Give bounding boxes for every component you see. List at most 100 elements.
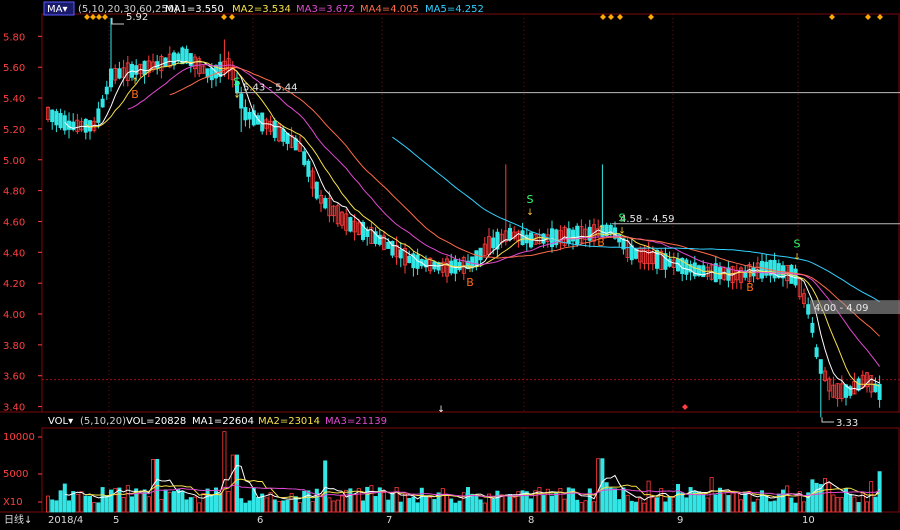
- volume-bar: [419, 487, 424, 513]
- buy-signal: B: [131, 88, 139, 101]
- volume-bar: [180, 490, 185, 513]
- price-candle: [613, 227, 618, 239]
- price-tick-label: 5.60: [3, 63, 25, 74]
- volume-bar: [726, 495, 731, 513]
- volume-bar: [638, 497, 643, 513]
- volume-bar: [650, 497, 655, 513]
- date-marker-icon[interactable]: [682, 404, 688, 410]
- volume-bar: [831, 494, 836, 513]
- event-marker-icon[interactable]: [865, 14, 871, 20]
- signal-arrow: ↑: [597, 225, 605, 235]
- volume-bar: [58, 490, 63, 513]
- volume-bar: [71, 491, 76, 513]
- event-marker-icon[interactable]: [829, 14, 835, 20]
- price-candle: [818, 359, 823, 374]
- date-marker-icon[interactable]: ↓: [437, 405, 445, 415]
- price-candle: [478, 247, 483, 261]
- volume-bar: [197, 502, 202, 513]
- volume-bar: [587, 488, 592, 513]
- price-candle: [58, 112, 63, 129]
- high-marker: [111, 17, 124, 25]
- price-tick-label: 5.40: [3, 94, 25, 105]
- volume-bar: [869, 481, 874, 513]
- price-candle: [776, 263, 781, 278]
- volume-bar: [852, 496, 857, 513]
- price-candle: [806, 304, 811, 315]
- price-annotation: 5.43 - 5.44: [243, 83, 298, 94]
- volume-bar: [335, 499, 340, 513]
- volume-bar: [62, 483, 67, 513]
- volume-bar: [529, 498, 534, 513]
- volume-bar: [188, 497, 193, 513]
- vol-params: (5,10,20): [80, 416, 126, 427]
- volume-bar: [827, 482, 832, 513]
- volume-bar: [440, 488, 445, 513]
- volume-bar: [239, 498, 244, 513]
- volume-bar: [634, 501, 639, 513]
- volume-bar: [873, 496, 878, 513]
- volume-bar: [226, 491, 231, 513]
- signal-arrow: ↑: [131, 77, 139, 87]
- volume-bar: [92, 502, 97, 513]
- volume-bar: [596, 458, 601, 513]
- price-candle: [155, 61, 160, 69]
- period-selector[interactable]: 日线↓: [4, 513, 32, 526]
- volume-bar: [583, 500, 588, 513]
- event-marker-icon[interactable]: [648, 14, 654, 20]
- volume-bar: [625, 494, 630, 513]
- volume-bar: [713, 494, 718, 513]
- volume-bar: [83, 495, 88, 513]
- volume-bar: [877, 471, 882, 513]
- price-candle: [348, 217, 353, 232]
- price-candle: [587, 226, 592, 241]
- price-candle: [104, 86, 109, 95]
- volume-bar: [449, 498, 454, 513]
- price-tick-label: 3.40: [3, 403, 25, 414]
- volume-bar: [79, 491, 84, 513]
- volume-bar: [629, 500, 634, 513]
- price-candle: [491, 237, 496, 249]
- volume-bar: [46, 495, 51, 513]
- volume-bar: [243, 502, 248, 513]
- volume-bar: [331, 500, 336, 513]
- volume-bar: [407, 498, 412, 513]
- volume-bar: [352, 493, 357, 513]
- price-candle: [667, 258, 672, 267]
- volume-bar: [167, 491, 172, 513]
- price-candle: [760, 261, 765, 279]
- volume-bar: [722, 492, 727, 513]
- signal-arrow: ↓: [526, 208, 534, 218]
- volume-bar: [495, 490, 500, 513]
- volume-bar: [369, 485, 374, 513]
- price-candle: [814, 347, 819, 358]
- ma-menu-label[interactable]: MA▾: [47, 4, 68, 15]
- time-axis-label: 2018/4: [48, 515, 83, 526]
- price-panel-frame: [41, 13, 900, 413]
- price-candle: [176, 53, 181, 62]
- price-volume-chart: 5.80 5.60 5.40 5.20 5.00 4.80 4.60 4.40 4.20 4.00…: [0, 1, 900, 526]
- price-candle: [507, 227, 512, 240]
- volume-bar: [109, 489, 114, 513]
- price-candle: [272, 120, 277, 138]
- ma-indicator: MA2=3.534: [232, 4, 291, 15]
- price-candle: [566, 228, 571, 244]
- volume-bar: [365, 486, 370, 513]
- volume-bar: [453, 502, 458, 513]
- volume-bar: [159, 498, 164, 513]
- volume-bar: [592, 501, 597, 513]
- volume-bar: [789, 497, 794, 513]
- event-marker-icon[interactable]: [617, 14, 623, 20]
- volume-bar: [659, 488, 664, 513]
- event-marker-icon[interactable]: [877, 14, 883, 20]
- volume-bar: [608, 487, 613, 513]
- event-marker-icon[interactable]: [600, 14, 606, 20]
- volume-bar: [781, 489, 786, 513]
- volume-bar: [499, 494, 504, 513]
- volume-bar: [541, 495, 546, 513]
- volume-bar: [184, 499, 189, 513]
- vol-indicator: MA1=22604: [192, 416, 254, 427]
- vol-menu-label[interactable]: VOL▾: [48, 416, 73, 427]
- price-tick-label: 4.80: [3, 187, 25, 198]
- price-tick-label: 4.60: [3, 217, 25, 228]
- event-marker-icon[interactable]: [608, 14, 614, 20]
